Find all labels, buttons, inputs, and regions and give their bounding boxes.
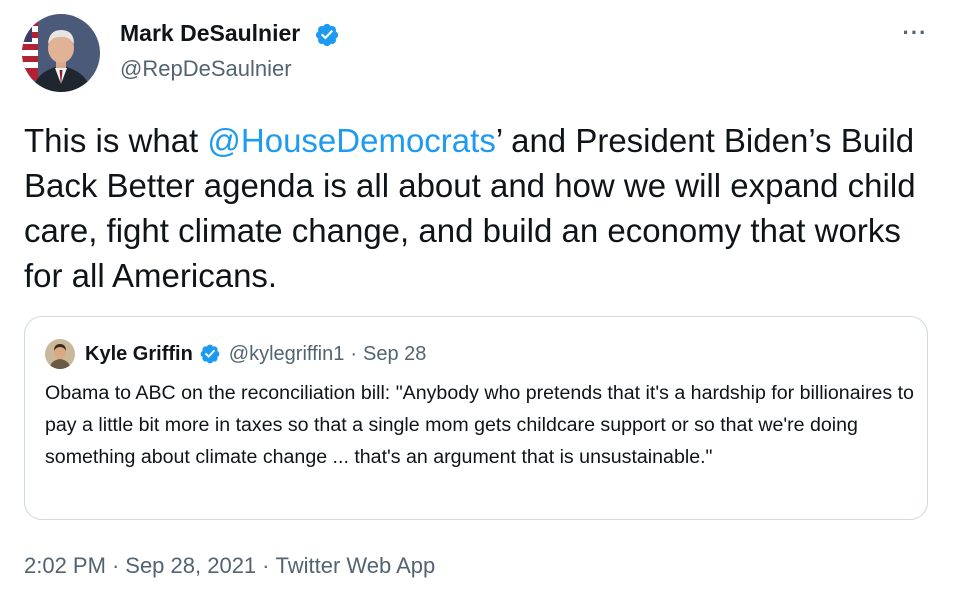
quoted-separator: · [350,342,358,365]
quoted-tweet[interactable]: Kyle Griffin @kylegriffin1 · Sep 28 Obam… [24,316,928,520]
mention-link[interactable]: @HouseDemocrats [207,122,495,159]
quoted-verified-badge-icon [200,344,220,364]
tweet-meta: 2:02 PM · Sep 28, 2021 · Twitter Web App [24,553,435,579]
quoted-display-name: Kyle Griffin [85,342,193,365]
quoted-author-avatar [45,339,75,369]
verified-badge-icon [315,23,339,47]
author-display-name[interactable]: Mark DeSaulnier [120,20,300,47]
more-options-icon[interactable]: ··· [898,20,932,46]
quoted-handle: @kylegriffin1 [228,342,345,365]
quoted-tweet-header: Kyle Griffin @kylegriffin1 · Sep 28 [85,339,426,369]
author-avatar-image [22,14,100,92]
tweet-text: This is what @HouseDemocrats’ and Presid… [24,118,924,298]
quoted-avatar-image [45,339,75,369]
tweet-date[interactable]: Sep 28, 2021 [125,553,256,578]
tweet-source[interactable]: Twitter Web App [276,553,436,578]
author-avatar[interactable] [22,14,100,92]
tweet-time[interactable]: 2:02 PM [24,553,106,578]
tweet-text-before: This is what [24,122,208,159]
meta-separator: · [111,553,120,578]
meta-separator: · [262,553,270,578]
tweet-card: Mark DeSaulnier @RepDeSaulnier ··· This … [0,0,960,600]
quoted-date: Sep 28 [363,342,427,365]
author-handle[interactable]: @RepDeSaulnier [120,56,292,82]
quoted-tweet-text: Obama to ABC on the reconciliation bill:… [45,382,914,468]
